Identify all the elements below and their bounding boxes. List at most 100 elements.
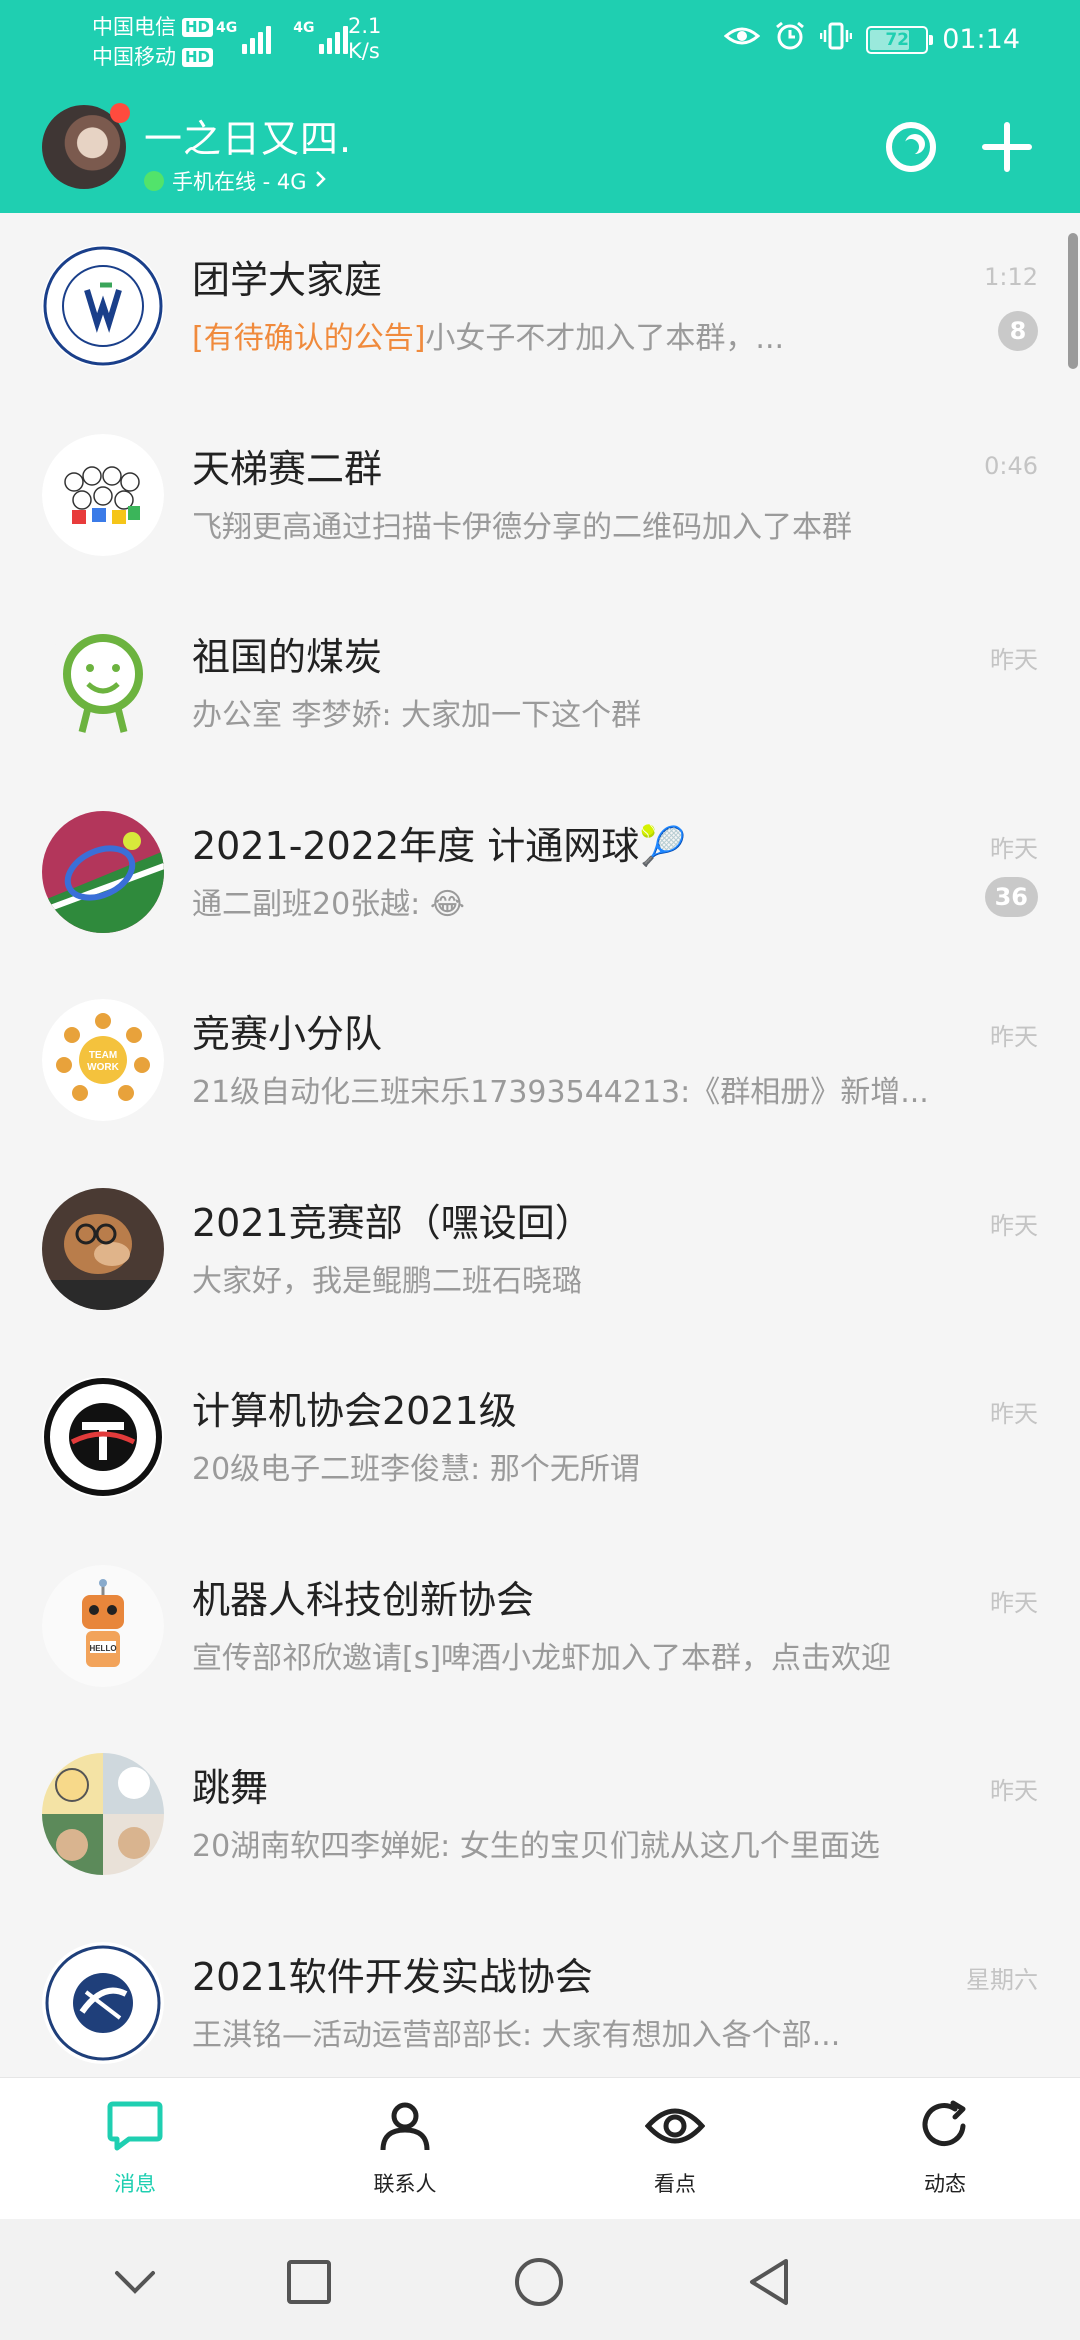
carrier-2: 中国移动 (92, 45, 176, 69)
chat-time: 1:12 (984, 263, 1038, 291)
chat-row-jingsai-dept[interactable]: 2021竞赛部（嘿设回） 大家好，我是鲲鹏二班石晓璐 昨天 (0, 1156, 1080, 1345)
chat-row-tennis[interactable]: 2021-2022年度 计通网球🎾 通二副班20张越: 😂 昨天 36 (0, 779, 1080, 968)
chat-preview: 21级自动化三班宋乐17393544213:《群相册》新增... (192, 1067, 982, 1111)
tab-label: 动态 (924, 2172, 966, 2196)
battery-level: 72 (885, 29, 910, 50)
tab-contacts[interactable]: 联系人 (270, 2078, 540, 2220)
chat-name: 跳舞 (192, 1766, 269, 1810)
chat-name: 计算机协会2021级 (192, 1389, 517, 1433)
chat-time: 昨天 (990, 1777, 1038, 1805)
nav-home-circle-icon[interactable] (512, 2255, 566, 2309)
chat-name: 2021-2022年度 计通网球🎾 (192, 823, 687, 868)
username[interactable]: 一之日又四. (144, 108, 352, 163)
alarm-icon (774, 20, 806, 59)
chat-preview: 大家好，我是鲲鹏二班石晓璐 (192, 1256, 982, 1300)
online-status[interactable]: 手机在线 - 4G (144, 166, 327, 196)
qq-messages-screen: 中国电信 HD 中国移动 HD 4G 4G 2.1 K/s 72 01:14 一… (0, 0, 1080, 2340)
nav-collapse-chevron-down-icon[interactable] (108, 2255, 162, 2309)
chat-row-robot[interactable]: HELLO 机器人科技创新协会 宣传部祁欣邀请[s]啤酒小龙虾加入了本群，点击欢… (0, 1533, 1080, 1722)
tab-kandian[interactable]: 看点 (540, 2078, 810, 2220)
refresh-dynamic-icon (917, 2100, 973, 2156)
hd-badge: HD (182, 47, 214, 67)
preview-text: 通二副班20张越: 😂 (192, 886, 465, 922)
scrollbar[interactable] (1068, 233, 1078, 369)
unread-badge: 8 (998, 311, 1038, 351)
chat-row-computer-assoc[interactable]: 计算机协会2021级 20级电子二班李俊慧: 那个无所谓 昨天 (0, 1344, 1080, 1533)
chat-row-zuguo[interactable]: 祖国的煤炭 办公室 李梦娇: 大家加一下这个群 昨天 (0, 590, 1080, 779)
nav-back-triangle-icon[interactable] (742, 2255, 796, 2309)
svg-text:WORK: WORK (87, 1062, 119, 1073)
eye-icon (644, 2100, 706, 2156)
chat-preview: 宣传部祁欣邀请[s]啤酒小龙虾加入了本群，点击欢迎 (192, 1633, 982, 1677)
svg-text:TEAM: TEAM (89, 1050, 117, 1061)
contact-person-icon (377, 2100, 433, 2156)
bottom-tab-bar: 消息 联系人 看点 动态 (0, 2077, 1080, 2220)
chat-preview: 通二副班20张越: 😂 (192, 879, 982, 923)
chat-preview: 20级电子二班李俊慧: 那个无所谓 (192, 1444, 982, 1488)
qzone-ring-icon[interactable] (884, 120, 938, 174)
preview-text: 21级自动化三班宋乐17393544213:《群相册》新增... (192, 1075, 929, 1110)
vibrate-icon (819, 20, 853, 59)
system-nav-bar (0, 2219, 1080, 2340)
network-type: 4G (216, 20, 238, 36)
status-right: 72 01:14 (723, 20, 1020, 59)
notice-highlight: [有待确认的公告] (192, 321, 426, 356)
chat-time: 昨天 (990, 1588, 1038, 1617)
group-avatar (42, 810, 164, 933)
chevron-right-icon (315, 169, 327, 193)
user-avatar[interactable] (42, 103, 130, 189)
nav-recents-square-icon[interactable] (282, 2255, 336, 2309)
chat-name: 天梯赛二群 (192, 446, 383, 491)
signal-icon: 4G (216, 20, 272, 54)
chat-row-tianti[interactable]: 天梯赛二群 飞翔更高通过扫描卡伊德分享的二维码加入了本群 0:46 (0, 402, 1080, 591)
group-avatar (42, 1753, 164, 1875)
preview-text: 20湖南软四李婵妮: 女生的宝贝们就从这几个里面选 (192, 1829, 880, 1864)
chat-preview: 20湖南软四李婵妮: 女生的宝贝们就从这几个里面选 (192, 1821, 982, 1865)
chat-name: 祖国的煤炭 (192, 635, 383, 679)
chat-row-jingsai-team[interactable]: TEAM WORK 竞赛小分队 21级自动化三班宋乐17393544213:《群相… (0, 967, 1080, 1156)
group-avatar (42, 1187, 164, 1310)
clock: 01:14 (942, 24, 1020, 55)
chat-row-software-dev[interactable]: 2021软件开发实战协会 王淇铭—活动运营部部长: 大家有想加入各个部... 星… (0, 1910, 1080, 2078)
carrier-1: 中国电信 (92, 15, 176, 39)
signal-icon: 4G (293, 20, 349, 54)
group-avatar (42, 433, 164, 556)
plus-icon[interactable] (980, 120, 1034, 174)
chat-time: 昨天 (990, 1211, 1038, 1240)
group-avatar: HELLO (42, 1564, 164, 1687)
tab-label: 联系人 (373, 2172, 437, 2196)
tab-dynamic[interactable]: 动态 (810, 2078, 1080, 2220)
chat-time: 昨天 (990, 1023, 1038, 1051)
group-avatar (42, 1941, 164, 2064)
preview-text: 20级电子二班李俊慧: 那个无所谓 (192, 1452, 640, 1487)
group-avatar: TEAM WORK (42, 999, 164, 1121)
network-type: 4G (293, 20, 315, 36)
group-avatar (42, 622, 164, 744)
battery-icon: 72 (866, 25, 934, 54)
eye-comfort-icon (723, 21, 761, 58)
chat-name: 2021软件开发实战协会 (192, 1954, 593, 1999)
network-speed: 2.1 K/s (348, 14, 381, 64)
tab-label: 消息 (114, 2172, 156, 2196)
top-bar: 中国电信 HD 中国移动 HD 4G 4G 2.1 K/s 72 01:14 一… (0, 0, 1080, 213)
chat-preview: [有待确认的公告]小女子不才加入了本群，... (192, 313, 982, 357)
message-bubble-icon (107, 2100, 163, 2156)
notification-dot (110, 103, 130, 123)
preview-text: 王淇铭—活动运营部部长: 大家有想加入各个部... (192, 2017, 841, 2053)
chat-time: 昨天 (990, 834, 1038, 863)
unread-badge: 36 (984, 876, 1038, 917)
hd-badge: HD (182, 17, 214, 37)
online-dot-icon (144, 171, 164, 191)
chat-preview: 王淇铭—活动运营部部长: 大家有想加入各个部... (192, 2010, 982, 2054)
preview-text: 飞翔更高通过扫描卡伊德分享的二维码加入了本群 (192, 509, 852, 545)
group-avatar (42, 1376, 164, 1498)
speed-value: 2.1 (348, 14, 382, 38)
preview-text: 办公室 李梦娇: 大家加一下这个群 (192, 698, 642, 733)
tab-messages[interactable]: 消息 (0, 2078, 270, 2220)
carrier-info: 中国电信 HD 中国移动 HD (92, 12, 214, 72)
preview-text: 小女子不才加入了本群，... (425, 321, 785, 356)
chat-row-dance[interactable]: 跳舞 20湖南软四李婵妮: 女生的宝贝们就从这几个里面选 昨天 (0, 1721, 1080, 1910)
chat-row-tuanxue[interactable]: 团学大家庭 [有待确认的公告]小女子不才加入了本群，... 1:12 8 (0, 213, 1080, 402)
chat-preview: 飞翔更高通过扫描卡伊德分享的二维码加入了本群 (192, 502, 982, 546)
chat-name: 2021竞赛部（嘿设回） (192, 1200, 593, 1245)
